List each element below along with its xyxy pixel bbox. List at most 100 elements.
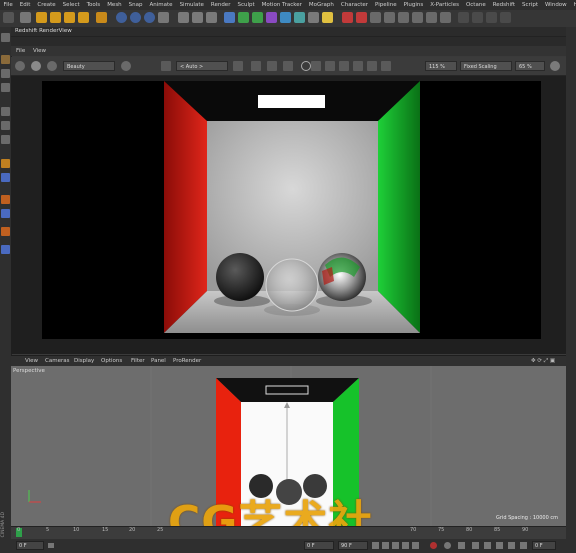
renderview-menu-file[interactable]: File — [16, 48, 25, 54]
lock-icon[interactable] — [233, 61, 243, 71]
redshift-dome-icon[interactable] — [384, 12, 395, 23]
redshift-light-icon[interactable] — [370, 12, 381, 23]
autokey-icon[interactable] — [444, 542, 451, 549]
make-editable-icon[interactable] — [1, 33, 10, 42]
move-icon[interactable] — [50, 12, 61, 23]
y-axis-icon[interactable] — [130, 12, 141, 23]
viewport-menu-cameras[interactable]: Cameras — [45, 358, 69, 364]
bucket-icon[interactable] — [267, 61, 277, 71]
scale-key-icon[interactable] — [496, 542, 503, 549]
spline-pen-icon[interactable] — [238, 12, 249, 23]
redshift-proxy-icon[interactable] — [426, 12, 437, 23]
end-frame-field[interactable]: 0 F — [532, 541, 556, 550]
aov-select[interactable]: Beauty — [63, 61, 115, 71]
viewport-menu-panel[interactable]: Panel — [151, 358, 166, 364]
scaling-select[interactable]: Fixed Scaling — [460, 61, 512, 71]
layout-icon-3[interactable] — [486, 12, 497, 23]
menu-sculpt[interactable]: Sculpt — [234, 2, 258, 8]
fullscreen-icon[interactable] — [367, 61, 377, 71]
menu-x-particles[interactable]: X-Particles — [427, 2, 463, 8]
cube-icon[interactable] — [224, 12, 235, 23]
layout-icon-4[interactable] — [500, 12, 511, 23]
ipr-play-icon[interactable] — [31, 61, 41, 71]
keyframe-selection-icon[interactable] — [458, 542, 465, 549]
subdivision-icon[interactable] — [252, 12, 263, 23]
menu-pipeline[interactable]: Pipeline — [372, 2, 401, 8]
menu-render[interactable]: Render — [207, 2, 234, 8]
menu-file[interactable]: File — [0, 2, 16, 8]
points-mode-icon[interactable] — [1, 107, 10, 116]
live-selection-icon[interactable] — [36, 12, 47, 23]
sculpt-icon[interactable] — [1, 227, 10, 236]
layout-icon[interactable] — [458, 12, 469, 23]
render-view-icon[interactable] — [192, 12, 203, 23]
viewport-menu-prorender[interactable]: ProRender — [173, 358, 201, 364]
recent-tools-icon[interactable] — [96, 12, 107, 23]
model-mode-icon[interactable] — [1, 55, 10, 64]
x-axis-icon[interactable] — [116, 12, 127, 23]
redshift-volume-icon[interactable] — [440, 12, 451, 23]
menu-script[interactable]: Script — [519, 2, 542, 8]
menu-animate[interactable]: Animate — [146, 2, 176, 8]
zoom-field[interactable]: 115 % — [425, 61, 457, 71]
compare-icon[interactable] — [339, 61, 349, 71]
redshift-render-icon[interactable] — [342, 12, 353, 23]
menu-character[interactable]: Character — [337, 2, 371, 8]
selection-icon[interactable] — [20, 12, 31, 23]
menu-octane[interactable]: Octane — [462, 2, 489, 8]
menu-motion-tracker[interactable]: Motion Tracker — [258, 2, 305, 8]
render-settings-icon[interactable] — [206, 12, 217, 23]
viewport-menu-filter[interactable]: Filter — [131, 358, 145, 364]
min-frame-field[interactable]: 0 F — [304, 541, 334, 550]
channel-icon[interactable] — [121, 61, 131, 71]
texture-mode-icon[interactable] — [1, 69, 10, 78]
undo-icon[interactable] — [3, 12, 14, 23]
layout-icon-2[interactable] — [472, 12, 483, 23]
menu-mesh[interactable]: Mesh — [104, 2, 125, 8]
viewport-menu-view[interactable]: View — [25, 358, 38, 364]
camera-select[interactable]: < Auto > — [176, 61, 228, 71]
param-key-icon[interactable] — [508, 542, 515, 549]
soft-selection-icon[interactable] — [1, 209, 10, 218]
pla-key-icon[interactable] — [520, 542, 527, 549]
rotate-icon[interactable] — [78, 12, 89, 23]
uv-icon[interactable] — [1, 245, 10, 254]
axis-mode-icon[interactable] — [1, 173, 10, 182]
menu-mograph[interactable]: MoGraph — [305, 2, 337, 8]
stop-icon[interactable] — [47, 61, 57, 71]
menu-select[interactable]: Select — [59, 2, 83, 8]
menu-create[interactable]: Create — [34, 2, 59, 8]
color-picker-icon[interactable] — [301, 61, 311, 71]
bend-deformer-icon[interactable] — [280, 12, 291, 23]
grid-icon[interactable] — [251, 61, 261, 71]
rotation-key-icon[interactable] — [484, 542, 491, 549]
start-frame-field[interactable]: 0 F — [16, 541, 44, 550]
menu-window[interactable]: Window — [541, 2, 570, 8]
menu-redshift[interactable]: Redshift — [489, 2, 518, 8]
array-icon[interactable] — [266, 12, 277, 23]
polygons-mode-icon[interactable] — [1, 135, 10, 144]
menu-edit[interactable]: Edit — [16, 2, 34, 8]
scale-icon[interactable] — [64, 12, 75, 23]
menu-plugins[interactable]: Plugins — [400, 2, 427, 8]
menu-snap[interactable]: Snap — [125, 2, 146, 8]
save-image-icon[interactable] — [353, 61, 363, 71]
step-forward-icon[interactable] — [402, 542, 409, 549]
step-icon[interactable] — [48, 543, 54, 548]
edges-mode-icon[interactable] — [1, 121, 10, 130]
crop-icon[interactable] — [161, 61, 171, 71]
redshift-ipr-icon[interactable] — [356, 12, 367, 23]
lock-workplane-icon[interactable] — [1, 195, 10, 204]
renderview-menu-view[interactable]: View — [33, 48, 46, 54]
play-icon[interactable] — [392, 542, 399, 549]
camera-icon[interactable] — [308, 12, 319, 23]
viewport-menu-display[interactable]: Display — [74, 358, 94, 364]
snapshot-list-icon[interactable] — [325, 61, 335, 71]
settings-gear-icon[interactable] — [550, 61, 560, 71]
position-key-icon[interactable] — [472, 542, 479, 549]
floor-icon[interactable] — [294, 12, 305, 23]
workplane-icon[interactable] — [1, 83, 10, 92]
snap-icon[interactable] — [1, 159, 10, 168]
menu-tools[interactable]: Tools — [83, 2, 104, 8]
menu-simulate[interactable]: Simulate — [176, 2, 207, 8]
